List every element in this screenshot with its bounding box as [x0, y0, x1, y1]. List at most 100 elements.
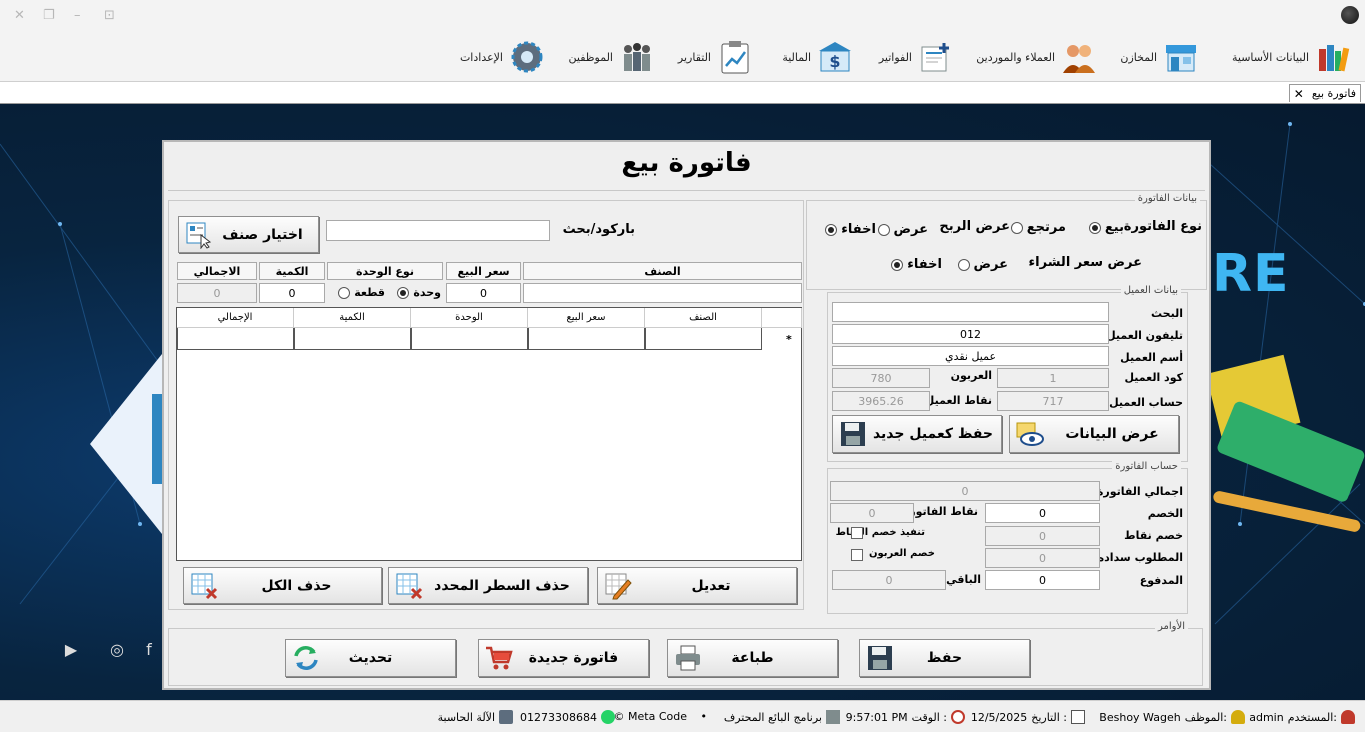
ribbon-reports[interactable]: التقارير	[678, 38, 753, 76]
floppy-disk-icon	[841, 422, 865, 446]
deposit-discount-checkbox[interactable]	[851, 549, 863, 561]
edit-button[interactable]: تعديل	[597, 567, 797, 604]
ribbon-finance[interactable]: $ المالية	[782, 38, 853, 76]
ribbon-settings[interactable]: الإعدادات	[460, 38, 545, 76]
group-legend: الأوامر	[1155, 621, 1188, 632]
delete-row-icon	[396, 573, 423, 600]
choose-item-button[interactable]: اختيار صنف	[178, 216, 319, 253]
eye-icon	[1016, 422, 1044, 446]
customer-account-input	[997, 391, 1109, 411]
grid-cell[interactable]	[528, 328, 645, 350]
items-grid[interactable]: الصنف سعر البيع الوحدة الكمية الإجمالي *	[176, 307, 802, 561]
status-phone[interactable]: 01273308684	[520, 710, 615, 724]
instagram-icon[interactable]: ◎	[106, 640, 128, 659]
item-name-input[interactable]	[523, 283, 802, 303]
radio-dot	[338, 286, 351, 299]
radio-purchase-hide[interactable]: اخفاء	[891, 257, 942, 272]
restore-window-icon[interactable]: ❐	[43, 8, 55, 23]
sales-invoice-form: فاتورة بيع بيانات الفاتورة نوع الفاتورة …	[162, 140, 1211, 690]
grid-cell[interactable]	[411, 328, 528, 350]
refresh-button[interactable]: تحديث	[285, 639, 456, 677]
remaining-label: الباقي	[946, 573, 981, 586]
customer-name-label: أسم العميل	[1120, 351, 1183, 364]
radio-return[interactable]: مرتجع	[1010, 220, 1066, 235]
new-invoice-button[interactable]: فاتورة جديدة	[478, 639, 649, 677]
ribbon-label: الموظفين	[568, 50, 613, 64]
show-purchase-price-label: عرض سعر الشراء	[1028, 255, 1142, 270]
radio-label: اخفاء	[841, 222, 876, 237]
remaining-input	[832, 570, 946, 590]
barcode-search-input[interactable]	[326, 220, 550, 241]
customer-name-input[interactable]	[832, 346, 1109, 366]
ribbon-customers-suppliers[interactable]: العملاء والموردين	[976, 38, 1097, 76]
floppy-disk-icon	[868, 646, 892, 670]
button-label: حذف السطر المحدد	[434, 577, 570, 594]
save-button[interactable]: حفظ	[859, 639, 1030, 677]
invoice-total-label: اجمالي الفاتورة	[1096, 485, 1183, 498]
amount-due-input	[985, 548, 1100, 568]
print-button[interactable]: طباعة	[667, 639, 838, 677]
customer-data-group: بيانات العميل البحث تليفون العميل أسم ال…	[827, 285, 1188, 462]
radio-label: قطعة	[354, 286, 385, 299]
delete-selected-row-button[interactable]: حذف السطر المحدد	[388, 567, 588, 604]
close-icon[interactable]: ✕	[1294, 87, 1304, 101]
status-time-value: 9:57:01 PM	[845, 710, 908, 724]
facebook-icon[interactable]: f	[138, 640, 160, 659]
button-label: حفظ كعميل جديد	[872, 426, 994, 442]
quantity-input[interactable]	[259, 283, 325, 303]
grid-header-total: الإجمالي	[177, 308, 294, 328]
maximize-window-icon[interactable]: ⊡	[104, 8, 115, 23]
chart-clipboard-icon	[721, 41, 749, 74]
tab-sales-invoice[interactable]: فاتورة بيع ✕	[1288, 84, 1361, 102]
status-calculator[interactable]: الآلة الحاسبة	[438, 710, 513, 724]
customer-search-input[interactable]	[832, 302, 1109, 322]
barcode-search-label: باركود/بحث	[562, 222, 635, 237]
header-total: الاجمالي	[177, 262, 257, 280]
close-window-icon[interactable]: ✕	[14, 8, 25, 23]
grid-cell[interactable]	[645, 328, 762, 350]
background-logo-text: RE	[1212, 244, 1290, 304]
show-customer-data-button[interactable]: عرض البيانات	[1009, 415, 1179, 453]
radio-dot	[1088, 221, 1101, 234]
title-divider	[168, 190, 1205, 191]
grid-cell[interactable]	[177, 328, 294, 350]
status-user-value: admin	[1249, 710, 1284, 724]
ribbon-basic-data[interactable]: البيانات الأساسية	[1232, 38, 1351, 76]
grid-header-sale-price: سعر البيع	[528, 308, 645, 328]
button-label: حذف الكل	[261, 577, 332, 594]
delete-all-button[interactable]: حذف الكل	[183, 567, 382, 604]
paid-input[interactable]	[985, 570, 1100, 590]
button-label: حفظ	[926, 650, 963, 666]
apply-points-discount-checkbox[interactable]	[851, 527, 863, 539]
radio-piece[interactable]: قطعة	[338, 286, 385, 299]
grid-header-unit: الوحدة	[411, 308, 528, 328]
grid-header-quantity: الكمية	[294, 308, 411, 328]
radio-purchase-show[interactable]: عرض	[957, 257, 1008, 272]
status-time: الوقت : 9:57:01 PM	[846, 710, 965, 724]
deposit-label: العربون	[950, 369, 992, 382]
commands-group: الأوامر حفظ طباعة فاتورة جديدة تحديث	[168, 621, 1203, 686]
grid-cell[interactable]	[294, 328, 411, 350]
radio-profit-hide[interactable]: اخفاء	[825, 222, 876, 237]
points-discount-label: خصم نقاط	[1124, 529, 1183, 542]
status-bar: المستخدم: admin الموظف: Beshoy Wageh الت…	[0, 700, 1365, 732]
radio-sale[interactable]: بيع	[1088, 220, 1124, 235]
radio-profit-show[interactable]: عرض	[877, 222, 928, 237]
user-icon	[1341, 710, 1355, 724]
customer-search-label: البحث	[1151, 307, 1183, 320]
ribbon-stores[interactable]: المخازن	[1120, 38, 1199, 76]
minimize-window-icon[interactable]: –	[74, 8, 81, 23]
apply-points-discount-label: تنفيذ خصم النقاط	[835, 527, 925, 538]
ribbon-invoices[interactable]: الفواتير	[879, 38, 954, 76]
ribbon-employees[interactable]: الموظفين	[569, 38, 655, 76]
radio-unit[interactable]: وحدة	[397, 286, 441, 299]
status-program-name: برنامج البائع المحترف	[723, 710, 822, 724]
sale-price-input[interactable]	[446, 283, 521, 303]
ribbon-label: الإعدادات	[459, 50, 503, 64]
discount-input[interactable]	[985, 503, 1100, 523]
customer-phone-input[interactable]	[832, 324, 1109, 344]
save-new-customer-button[interactable]: حفظ كعميل جديد	[832, 415, 1002, 453]
clock-icon	[951, 710, 965, 724]
youtube-icon[interactable]: ▶	[60, 640, 82, 659]
status-date-value: 12/5/2025	[970, 710, 1028, 724]
